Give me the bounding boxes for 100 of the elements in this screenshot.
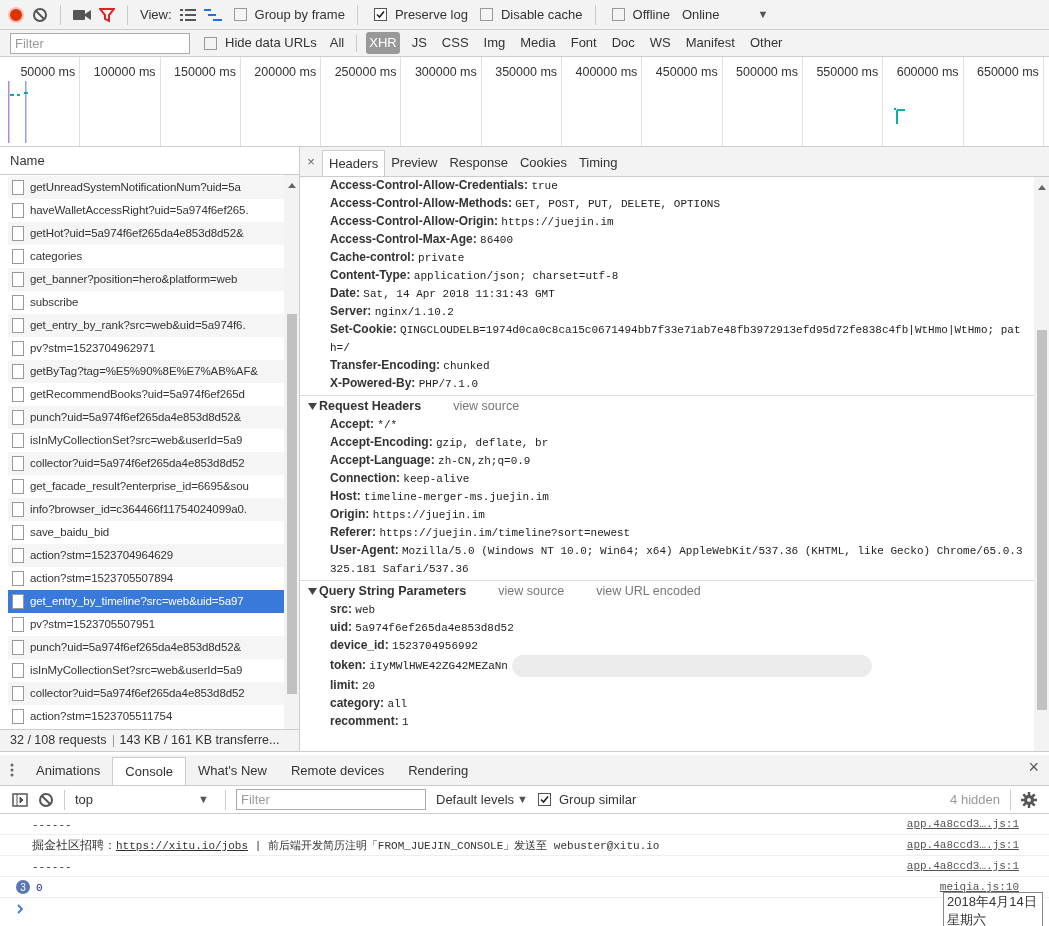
file-icon: [12, 456, 24, 471]
header-row: category: all: [330, 696, 408, 710]
sidebar-toggle-icon[interactable]: [12, 792, 28, 807]
source-link[interactable]: app.4a8ccd3….js:1: [906, 815, 1019, 833]
time-tick: 600000 ms: [896, 65, 959, 79]
more-options-icon[interactable]: [10, 763, 14, 777]
clear-icon[interactable]: [38, 791, 54, 808]
scrollbar-thumb[interactable]: [1036, 330, 1047, 710]
request-bars-drawing: [893, 107, 907, 127]
request-row[interactable]: getHot?uid=5a974f6ef265da4e853d8d52&: [8, 222, 284, 245]
levels-dropdown[interactable]: Default levels ▼: [436, 789, 528, 810]
close-button[interactable]: ×: [1028, 754, 1039, 781]
view-source-link[interactable]: view source: [453, 397, 520, 416]
scroll-up-icon[interactable]: [287, 183, 296, 188]
request-row[interactable]: punch?uid=5a974f6ef265da4e853d8d52&: [8, 636, 284, 659]
type-filter-tab[interactable]: WS: [646, 32, 674, 54]
detail-tab[interactable]: Response: [443, 150, 514, 176]
drawer-tab[interactable]: Remote devices: [278, 757, 397, 785]
type-filter-tab[interactable]: JS: [408, 32, 430, 54]
request-row[interactable]: punch?uid=5a974f6ef265da4e853d8d52&: [8, 406, 284, 429]
context-select[interactable]: top ▼: [75, 789, 215, 810]
request-row[interactable]: get_entry_by_rank?src=web&uid=5a974f6.: [8, 314, 284, 337]
request-row[interactable]: action?stm=1523704964629: [8, 544, 284, 567]
checkbox[interactable]: [537, 793, 551, 806]
file-icon: [12, 249, 24, 264]
triangle-icon[interactable]: [308, 402, 317, 411]
record-button[interactable]: [8, 6, 24, 23]
header-row: Access-Control-Allow-Methods: GET, POST, PUT, DELETE, OPTIONS: [330, 196, 720, 210]
prompt-icon: [16, 904, 24, 914]
request-row[interactable]: getByTag?tag=%E5%90%8E%E7%AB%AF&: [8, 360, 284, 383]
drawer-tab[interactable]: Rendering: [396, 757, 481, 785]
request-row[interactable]: info?browser_id=c364466f11754024099a0.: [8, 498, 284, 521]
scroll-up-icon[interactable]: [1037, 185, 1046, 190]
header-row: Access-Control-Allow-Origin: https://juejin.im: [330, 214, 614, 228]
type-filter-tab[interactable]: Media: [517, 32, 559, 54]
detail-tab[interactable]: Timing: [572, 150, 624, 176]
request-row[interactable]: get_entry_by_timeline?src=web&uid=5a97: [8, 590, 284, 613]
file-icon: [12, 640, 24, 655]
file-icon: [12, 479, 24, 494]
section-toggle[interactable]: Request Headers: [308, 397, 422, 416]
type-filter-tab[interactable]: Img: [480, 32, 509, 54]
type-filter-tab[interactable]: Manifest: [682, 32, 738, 54]
source-link[interactable]: app.4a8ccd3….js:1: [906, 857, 1019, 875]
filter-field[interactable]: Filter: [10, 32, 190, 54]
drawer-tab[interactable]: Animations: [24, 757, 113, 785]
type-filter-tab[interactable]: Other: [746, 32, 786, 54]
request-row[interactable]: collector?uid=5a974f6ef265da4e853d8d52: [8, 682, 284, 705]
checkbox[interactable]: [233, 8, 247, 21]
triangle-icon[interactable]: [308, 587, 317, 596]
type-filter-tab[interactable]: Font: [567, 32, 600, 54]
detail-tab[interactable]: Cookies: [513, 150, 573, 176]
type-filter-tab[interactable]: CSS: [438, 32, 472, 54]
hidden-count: 4 hidden: [950, 790, 1000, 809]
time-tick: 550000 ms: [816, 65, 879, 79]
header-row: Transfer-Encoding: chunked: [330, 358, 490, 372]
video-camera-icon[interactable]: [73, 8, 91, 21]
settings-icon[interactable]: [1021, 791, 1037, 808]
filter-icon[interactable]: [99, 6, 115, 23]
drawer-tab[interactable]: Console: [112, 757, 186, 785]
detail-tab[interactable]: Headers: [322, 150, 386, 176]
type-filter-tab[interactable]: All: [326, 32, 348, 54]
view-label: View:: [140, 5, 172, 24]
header-row: User-Agent: Mozilla/5.0 (Windows NT 10.0; Win64; x64) AppleWebKit/537.36 (KHTML, like Gecko) Chrome/65.0.3325.181 Safari/537.36: [330, 543, 1023, 575]
detail-tab[interactable]: Preview: [385, 150, 444, 176]
checkbox[interactable]: [373, 8, 387, 21]
file-icon: [12, 433, 24, 448]
request-row[interactable]: getUnreadSystemNotificationNum?uid=5a: [8, 176, 284, 199]
file-icon: [12, 180, 24, 195]
header-row: Cache-control: private: [330, 250, 465, 264]
time-tick: 650000 ms: [977, 65, 1039, 79]
request-row[interactable]: collector?uid=5a974f6ef265da4e853d8d52: [8, 452, 284, 475]
throttle-select[interactable]: Online ▼: [681, 4, 769, 25]
file-icon: [12, 571, 24, 586]
list-view-icon[interactable]: [179, 8, 196, 21]
checkbox[interactable]: [479, 8, 493, 21]
console-filter-field[interactable]: Filter: [236, 789, 426, 810]
header-row: Referer: https://juejin.im/timeline?sort=newest: [330, 525, 631, 539]
section-toggle[interactable]: Query String Parameters: [308, 582, 467, 601]
repeat-count-badge: 3: [16, 880, 30, 894]
file-icon: [12, 341, 24, 356]
type-filter-tab[interactable]: Doc: [608, 32, 638, 54]
clear-icon[interactable]: [32, 6, 48, 23]
header-row: uid: 5a974f6ef265da4e853d8d52: [330, 620, 514, 634]
column-header[interactable]: Name: [10, 150, 45, 171]
view-source-link[interactable]: view source: [498, 582, 565, 601]
scrollbar-thumb[interactable]: [286, 314, 297, 694]
console-message: ------: [32, 817, 72, 833]
source-link[interactable]: app.4a8ccd3….js:1: [906, 836, 1019, 854]
time-tick: 100000 ms: [93, 65, 156, 79]
request-row[interactable]: get_banner?position=hero&platform=web: [8, 268, 284, 291]
message-link[interactable]: https://xitu.io/jobs: [116, 839, 249, 852]
checkbox[interactable]: [611, 8, 625, 21]
file-icon: [12, 364, 24, 379]
header-row: Accept: */*: [330, 417, 398, 431]
close-button[interactable]: ×: [300, 147, 322, 176]
drawer-tab[interactable]: What's New: [186, 757, 279, 785]
view-source-link[interactable]: view URL encoded: [596, 582, 701, 601]
checkbox[interactable]: [204, 36, 217, 50]
file-icon: [12, 203, 24, 218]
waterfall-view-icon[interactable]: [203, 8, 222, 21]
